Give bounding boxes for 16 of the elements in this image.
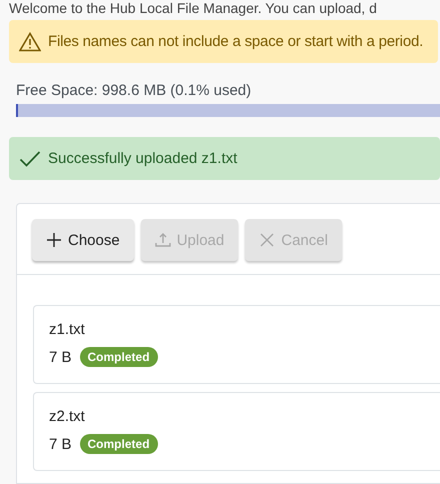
success-text: Successfully uploaded z1.txt [48,150,238,167]
check-icon [19,150,41,168]
free-space-label: Free Space: 998.6 MB (0.1% used) [16,82,252,99]
status-badge: Completed [80,434,158,454]
warning-icon [19,32,41,52]
intro-text: Welcome to the Hub Local File Manager. You can upload, d [9,0,378,16]
choose-button[interactable]: Choose [32,219,134,261]
close-icon [259,232,276,248]
plus-icon [46,232,62,248]
file-name: z2.txt [49,408,86,425]
file-size: 7 B [49,348,72,366]
file-size: 7 B [49,436,72,452]
upload-icon [154,232,171,248]
status-badge: Completed [80,347,158,367]
warning-text: Files names can not include a space or start with a period. [48,33,424,50]
file-name: z1.txt [49,321,86,338]
